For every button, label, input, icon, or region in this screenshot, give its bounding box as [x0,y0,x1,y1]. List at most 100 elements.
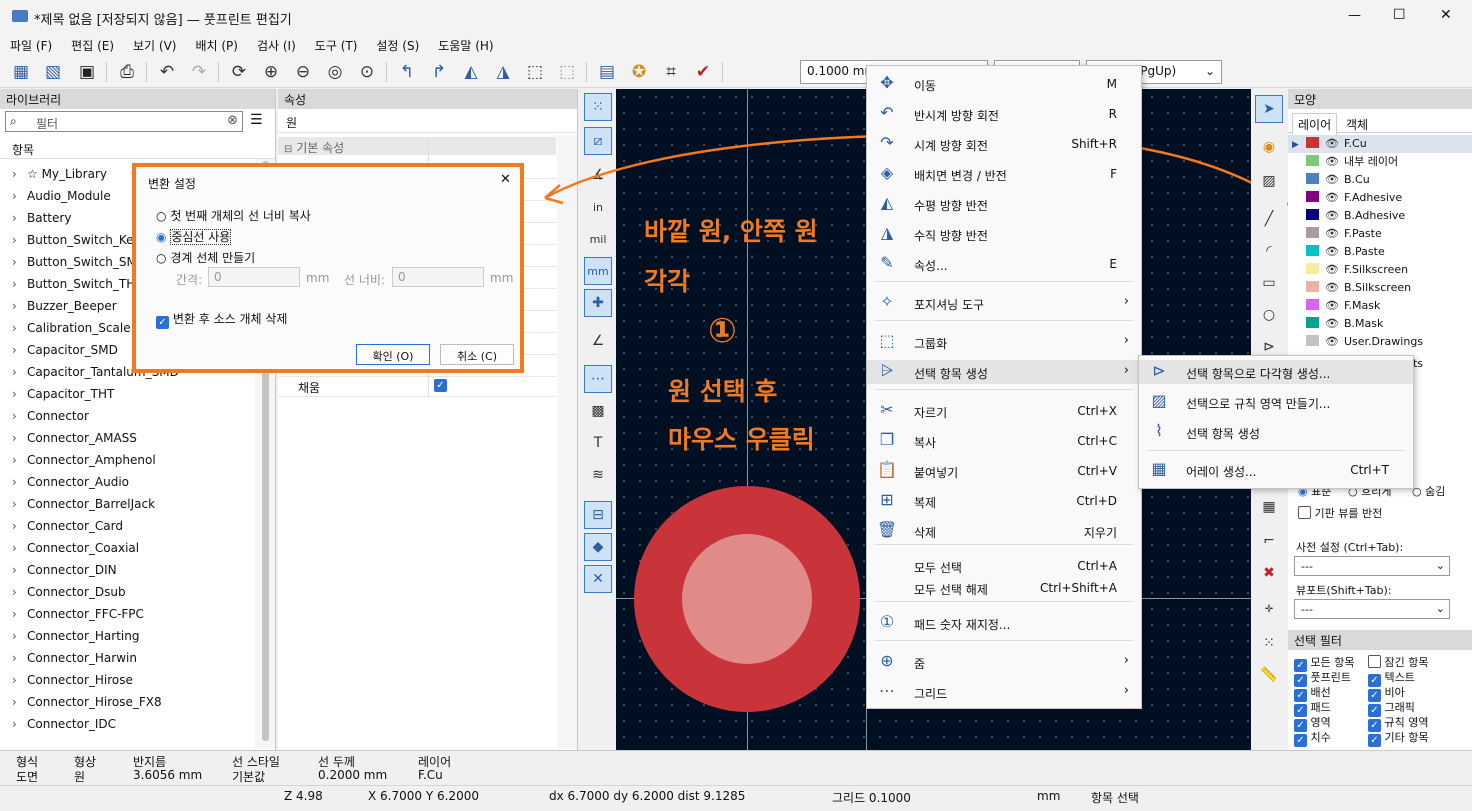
rule-area-tool-icon[interactable]: ▨ [1255,167,1283,195]
anchor-tool-icon[interactable]: ✛ [1255,595,1283,623]
dialog-close-icon[interactable]: ✕ [500,172,511,187]
delete-source-checkbox[interactable]: ✓ [156,316,169,329]
mirror-v-icon[interactable]: ◮ [490,59,516,85]
chevron-right-icon[interactable]: › [12,295,27,317]
menu-view[interactable]: 보기 (V) [123,34,185,54]
layer-row[interactable]: 👁 F.Adhesive [1288,189,1472,207]
layer-row[interactable]: 👁 F.Mask [1288,297,1472,315]
option-copy-width-radio[interactable]: ○ [156,209,166,223]
selection-filter-item[interactable]: ✓ 기타 항목 [1368,729,1428,747]
line-tool-icon[interactable]: ╱ [1255,205,1283,233]
chevron-right-icon[interactable]: › [12,317,27,339]
chevron-right-icon[interactable]: › [12,449,27,471]
layer-color-swatch[interactable] [1306,299,1319,310]
save-icon[interactable]: ▣ [74,59,100,85]
layer-row[interactable]: 👁 B.Cu [1288,171,1472,189]
chevron-right-icon[interactable]: › [12,603,27,625]
eye-icon[interactable]: 👁 [1325,153,1339,171]
library-item[interactable]: › Connector_Harting [0,625,275,647]
eye-icon[interactable]: 👁 [1325,243,1339,261]
library-item[interactable]: › Connector_FFC-FPC [0,603,275,625]
outline-display-icon[interactable]: ≋ [584,461,612,489]
grid-origin-icon[interactable]: ⁙ [1255,629,1283,657]
units-mil-icon[interactable]: mil [584,225,612,253]
preset-select[interactable]: --- ⌄ [1294,556,1450,576]
cancel-button[interactable]: 취소 (C) [440,344,514,365]
eye-icon[interactable]: 👁 [1325,279,1339,297]
chevron-right-icon[interactable]: › [12,427,27,449]
selection-filter-checkbox[interactable] [1368,655,1381,668]
fill-checkbox[interactable]: ✓ [434,379,447,392]
zoom-in-icon[interactable]: ⊕ [258,59,284,85]
context-menu-item[interactable]: ◮ 수직 방향 반전 [867,222,1141,246]
context-menu-item[interactable]: ❐ 복사 Ctrl+C [867,429,1141,453]
library-item[interactable]: › Connector [0,405,275,427]
library-item[interactable]: › Connector_Dsub [0,581,275,603]
layer-color-swatch[interactable] [1306,209,1319,220]
layer-row[interactable]: ▶ 👁 F.Cu [1288,135,1472,153]
library-item[interactable]: › Connector_Card [0,515,275,537]
flip-board-checkbox[interactable] [1298,506,1311,519]
context-menu-item[interactable]: ⋯ 그리드 › [867,680,1141,704]
layer-row[interactable]: 👁 B.Silkscreen [1288,279,1472,297]
rectangle-tool-icon[interactable]: ▭ [1255,269,1283,297]
submenu-item[interactable]: ▦ 어레이 생성... Ctrl+T [1139,458,1413,482]
menu-place[interactable]: 배치 (P) [185,34,247,54]
chevron-right-icon[interactable]: › [12,229,27,251]
inner-circle-shape[interactable] [682,534,812,664]
rotate-ccw-icon[interactable]: ↰ [394,59,420,85]
library-item[interactable]: › Connector_Audio [0,471,275,493]
layer-row[interactable]: 👁 내부 레이어 [1288,153,1472,171]
chevron-right-icon[interactable]: › [12,405,27,427]
rotate-cw-icon[interactable]: ↱ [426,59,452,85]
zoom-out-icon[interactable]: ⊖ [290,59,316,85]
eye-icon[interactable]: 👁 [1325,315,1339,333]
graphic-display-icon[interactable]: ▩ [584,397,612,425]
eye-icon[interactable]: 👁 [1325,261,1339,279]
mirror-h-icon[interactable]: ◭ [458,59,484,85]
context-menu-item[interactable]: 모두 선택 Ctrl+A [867,554,1141,578]
context-menu-item[interactable]: 🗑 삭제 지우기 [867,519,1141,543]
library-item[interactable]: › Capacitor_THT [0,383,275,405]
context-menu-item[interactable]: ◈ 배치면 변경 / 반전 F [867,162,1141,186]
chevron-right-icon[interactable]: › [12,713,27,735]
maximize-button[interactable]: ☐ [1393,7,1406,23]
submenu-item[interactable]: ⊳ 선택 항목으로 다각형 생성... [1139,360,1413,384]
chevron-right-icon[interactable]: › [12,559,27,581]
submenu-item[interactable]: ⌇ 선택 항목 생성 [1139,420,1413,444]
layer-color-swatch[interactable] [1306,227,1319,238]
layer-color-swatch[interactable] [1306,155,1319,166]
context-menu-item[interactable]: ✎ 속성... E [867,252,1141,276]
properties-toggle-icon[interactable]: ✕ [584,565,612,593]
chevron-right-icon[interactable]: › [12,273,27,295]
option-convex-hull-radio[interactable]: ○ [156,251,166,265]
chevron-right-icon[interactable]: › [12,251,27,273]
chevron-right-icon[interactable]: › [12,471,27,493]
undo-icon[interactable]: ↶ [154,59,180,85]
zoom-fit-icon[interactable]: ◎ [322,59,348,85]
context-menu-item[interactable]: ① 패드 숫자 재지정... [867,611,1141,635]
layer-row[interactable]: 👁 B.Paste [1288,243,1472,261]
library-item[interactable]: › Connector_Hirose_FX8 [0,691,275,713]
chevron-right-icon[interactable]: › [12,691,27,713]
eye-icon[interactable]: 👁 [1325,135,1339,153]
layer-color-swatch[interactable] [1306,263,1319,274]
chevron-right-icon[interactable]: › [12,647,27,669]
tab-layers[interactable]: 레이어 [1292,113,1338,135]
redo-icon[interactable]: ↷ [186,59,212,85]
text-display-icon[interactable]: T [584,429,612,457]
properties-scrollbar[interactable] [557,135,577,749]
units-inch-icon[interactable]: in [584,193,612,221]
menu-inspect[interactable]: 검사 (I) [247,34,305,54]
context-menu-item[interactable]: 📋 붙여넣기 Ctrl+V [867,459,1141,483]
line-width-input[interactable]: 0 [392,267,484,287]
arc-tool-icon[interactable]: ◜ [1255,237,1283,265]
footprint-checker-icon[interactable]: ⌗ [658,59,684,85]
selection-filter-item[interactable]: 잠긴 항목 [1368,654,1428,670]
library-item[interactable]: › Connector_AMASS [0,427,275,449]
chevron-right-icon[interactable]: › [12,537,27,559]
context-menu-item[interactable]: ⬚ 그룹화 › [867,330,1141,354]
chevron-right-icon[interactable]: › [12,625,27,647]
chevron-right-icon[interactable]: › [12,515,27,537]
gap-input[interactable]: 0 [208,267,300,287]
